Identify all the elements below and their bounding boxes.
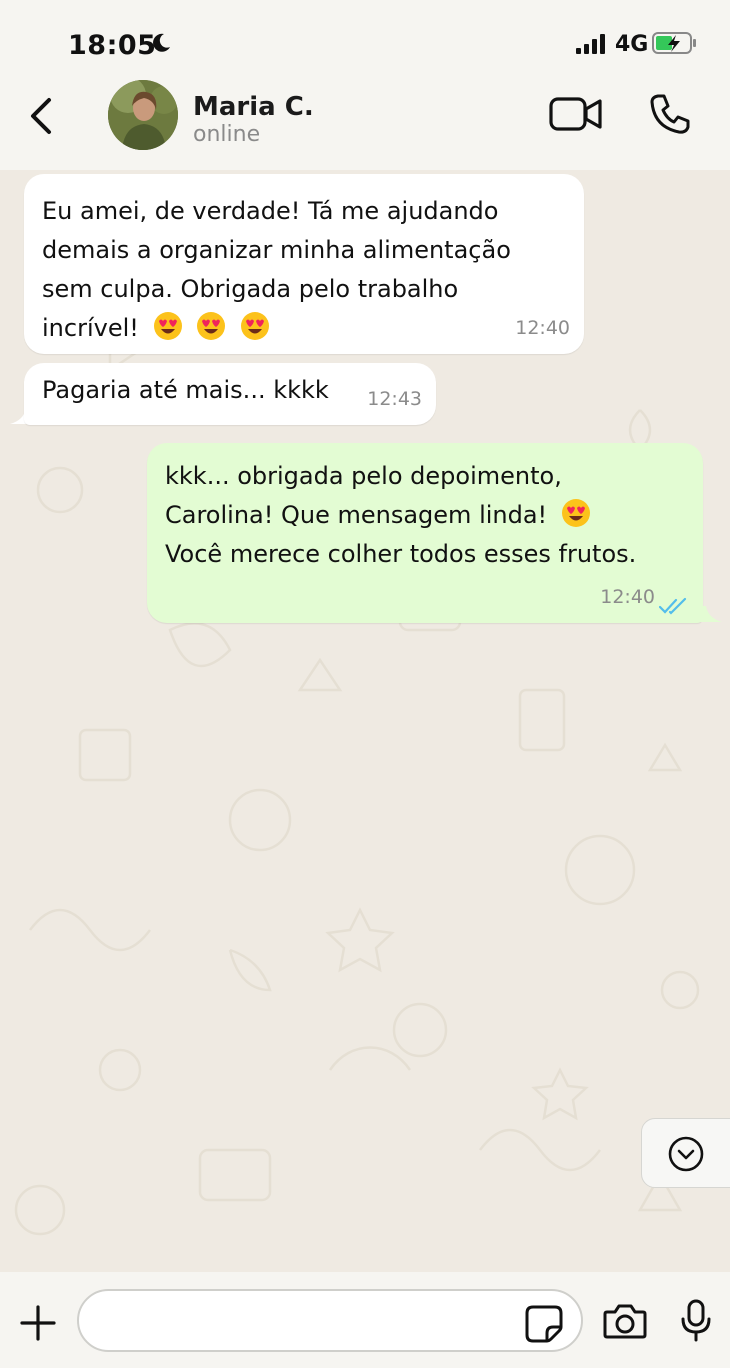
back-chevron-icon[interactable] — [22, 96, 62, 136]
message-text-line: Eu amei, de verdade! Tá me ajudando — [42, 197, 499, 225]
scroll-to-bottom-button[interactable] — [641, 1118, 730, 1188]
camera-icon[interactable] — [603, 1302, 647, 1340]
chat-area[interactable]: Eu amei, de verdade! Tá me ajudando dema… — [0, 170, 730, 1272]
message-timestamp: 12:40 — [515, 317, 570, 339]
sticker-icon[interactable] — [525, 1305, 563, 1343]
video-call-icon[interactable] — [548, 94, 604, 134]
bubble-tail — [698, 606, 722, 622]
contact-status: online — [193, 122, 261, 147]
message-text-line: incrível! — [42, 314, 139, 342]
heart-eyes-emoji-icon — [240, 312, 269, 340]
message-timestamp: 12:40 — [600, 586, 655, 608]
message-input-bar — [0, 1272, 730, 1368]
chat-header: Maria C. online — [0, 80, 730, 170]
plus-icon[interactable] — [20, 1305, 56, 1341]
message-text-line-last: incrível! — [42, 309, 566, 348]
phone-call-icon[interactable] — [648, 92, 692, 136]
message-input[interactable] — [77, 1289, 583, 1352]
status-time: 18:05 — [68, 30, 157, 61]
message-bubble-incoming[interactable]: Eu amei, de verdade! Tá me ajudando dema… — [24, 174, 584, 354]
heart-eyes-emoji-icon — [561, 499, 590, 527]
avatar-photo-icon — [108, 80, 178, 150]
message-text-line: kkk... obrigada pelo depoimento, — [165, 462, 562, 490]
message-text-line-with-emoji: Carolina! Que mensagem linda! — [165, 496, 685, 535]
message-timestamp: 12:43 — [367, 388, 422, 410]
moon-icon — [153, 33, 170, 52]
network-label: 4G — [615, 32, 649, 57]
contact-name[interactable]: Maria C. — [193, 92, 314, 122]
battery-charging-icon — [652, 32, 696, 54]
heart-eyes-emoji-icon — [153, 312, 182, 340]
message-bubble-incoming[interactable]: Pagaria até mais... kkkk 12:43 — [24, 363, 436, 425]
message-text-line: Pagaria até mais... kkkk — [42, 376, 329, 404]
read-double-check-icon — [659, 597, 687, 615]
message-text-line: demais a organizar minha alimentação — [42, 236, 511, 264]
message-text-line: Você merece colher todos esses frutos. — [165, 540, 637, 568]
message-text-line: sem culpa. Obrigada pelo trabalho — [42, 275, 459, 303]
message-bubble-outgoing[interactable]: kkk... obrigada pelo depoimento, Carolin… — [147, 443, 703, 623]
avatar[interactable] — [108, 80, 178, 150]
status-bar: 18:05 4G — [0, 0, 730, 80]
heart-eyes-emoji-icon — [197, 312, 226, 340]
message-text-line: Carolina! Que mensagem linda! — [165, 501, 548, 529]
signal-icon — [576, 34, 605, 54]
chevron-down-circle-icon — [668, 1136, 704, 1172]
microphone-icon[interactable] — [680, 1299, 712, 1343]
